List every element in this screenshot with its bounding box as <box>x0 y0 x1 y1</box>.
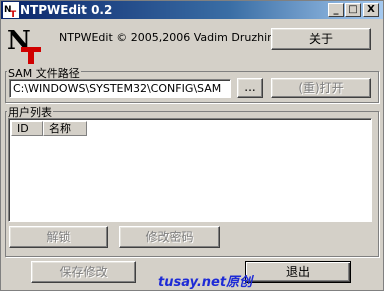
minimize-button[interactable]: _ <box>328 3 344 17</box>
sam-path-input[interactable]: C:\WINDOWS\SYSTEM32\CONFIG\SAM <box>9 79 231 98</box>
ntpw-logo: N <box>7 26 41 64</box>
minimize-icon: _ <box>333 4 339 15</box>
window-title: NTPWEdit 0.2 <box>20 3 113 17</box>
users-list[interactable]: ID 名称 <box>8 118 372 222</box>
app-icon: N T <box>3 2 19 18</box>
about-button[interactable]: 关于 <box>271 28 371 50</box>
copyright-text: NTPWEdit © 2005,2006 Vadim Druzhin <box>59 31 275 44</box>
unlock-button[interactable]: 解锁 <box>9 226 108 248</box>
close-button[interactable]: X <box>363 3 379 17</box>
reopen-button[interactable]: (重)打开 <box>271 78 371 98</box>
title-bar[interactable]: N T NTPWEdit 0.2 _ □ X <box>1 1 383 19</box>
column-header-name[interactable]: 名称 <box>43 121 87 136</box>
exit-button[interactable]: 退出 <box>245 261 351 283</box>
app-window: N T NTPWEdit 0.2 _ □ X N NTPWEdit © 2005… <box>0 0 384 291</box>
change-password-button[interactable]: 修改密码 <box>119 226 220 248</box>
maximize-icon: □ <box>348 4 358 15</box>
svg-text:T: T <box>10 10 17 18</box>
watermark-text: tusay.net原创 <box>158 275 253 290</box>
maximize-button[interactable]: □ <box>345 3 361 17</box>
save-changes-button[interactable]: 保存修改 <box>31 261 136 283</box>
column-header-id[interactable]: ID <box>11 121 43 136</box>
close-icon: X <box>367 4 375 15</box>
browse-button[interactable]: ... <box>237 78 263 98</box>
